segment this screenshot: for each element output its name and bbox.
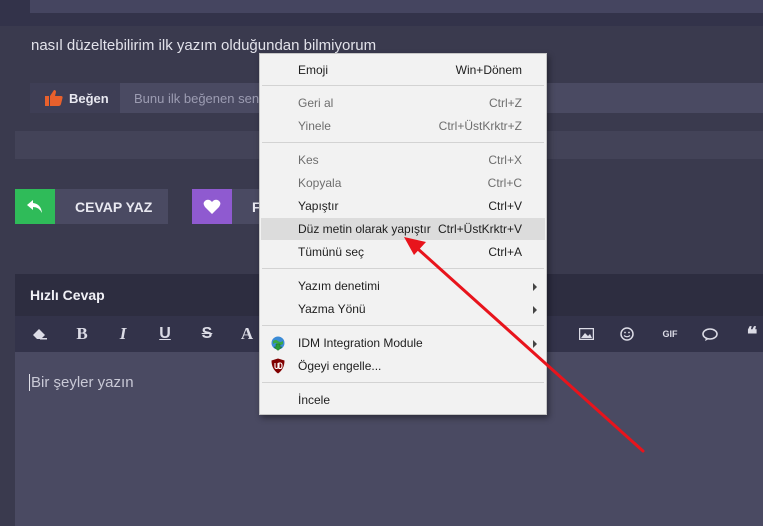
annotation-arrow: [404, 237, 645, 453]
